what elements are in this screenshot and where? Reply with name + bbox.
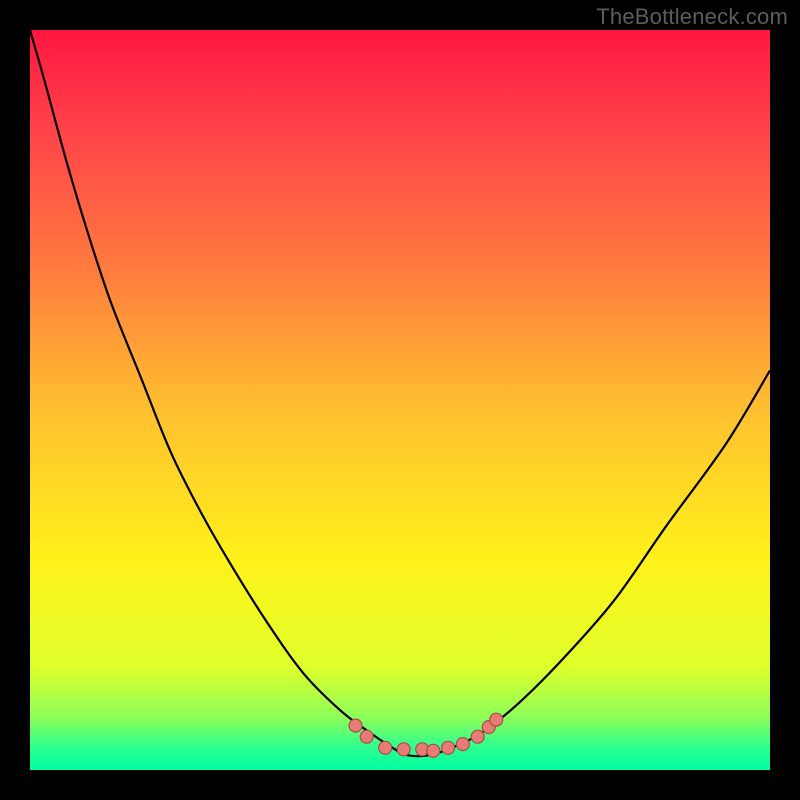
highlight-marker — [397, 743, 410, 756]
watermark-text: TheBottleneck.com — [596, 4, 788, 30]
highlight-marker — [360, 730, 373, 743]
highlight-marker — [490, 713, 503, 726]
highlight-marker — [349, 719, 362, 732]
bottleneck-chart — [30, 30, 770, 770]
outer-frame: TheBottleneck.com — [0, 0, 800, 800]
highlight-marker — [427, 744, 440, 757]
highlight-marker — [456, 738, 469, 751]
highlight-marker — [379, 741, 392, 754]
highlight-marker — [471, 730, 484, 743]
plot-area — [30, 30, 770, 770]
highlight-marker — [442, 741, 455, 754]
gradient-background — [30, 30, 770, 770]
